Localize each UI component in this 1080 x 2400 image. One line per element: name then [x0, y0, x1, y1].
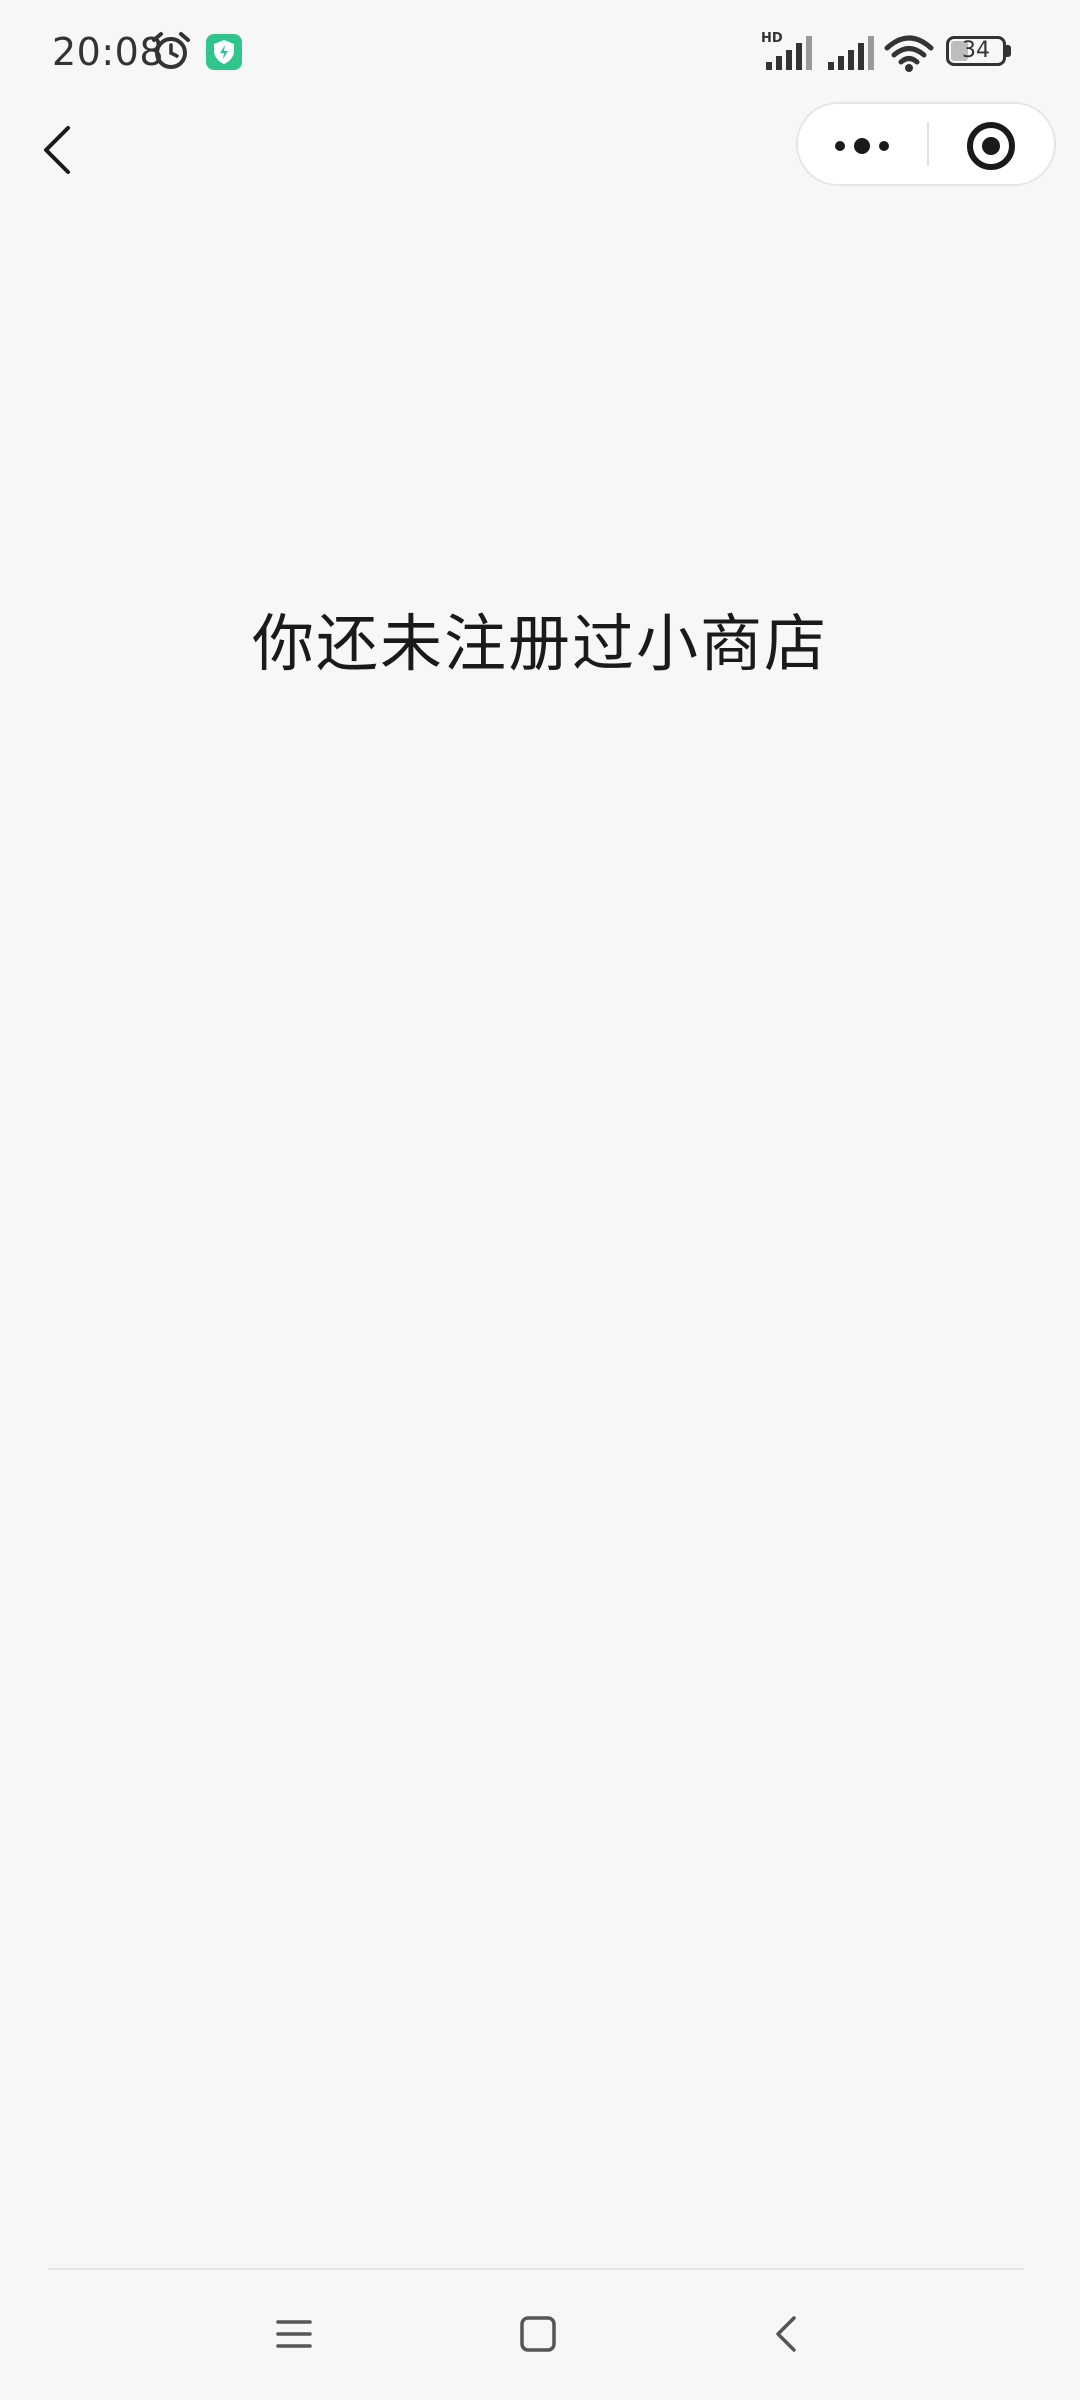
empty-state-message: 你还未注册过小商店	[251, 607, 828, 680]
screen: 20:08 HD 34 你还未注册过小商店	[0, 0, 1080, 2400]
target-close-icon[interactable]	[929, 104, 1056, 184]
menu-icon[interactable]	[270, 2310, 318, 2358]
alarm-icon	[152, 32, 190, 69]
status-time: 20:08	[52, 30, 165, 74]
battery-level: 34	[962, 38, 990, 63]
back-chevron-icon[interactable]	[762, 2306, 810, 2362]
hd-signal-icon: HD	[761, 31, 812, 70]
more-dots-icon[interactable]	[798, 104, 926, 184]
back-button[interactable]	[30, 112, 90, 188]
wifi-icon	[884, 35, 934, 72]
home-square-icon[interactable]	[512, 2308, 564, 2360]
battery-icon: 34	[946, 36, 1012, 66]
shield-icon	[206, 34, 242, 70]
capsule-menu	[796, 102, 1056, 186]
hd-label: HD	[761, 31, 783, 46]
status-bar: 20:08 HD 34	[0, 0, 1080, 104]
signal-icon	[828, 36, 874, 70]
chevron-left-icon	[44, 126, 70, 174]
system-nav-divider	[48, 2268, 1024, 2270]
